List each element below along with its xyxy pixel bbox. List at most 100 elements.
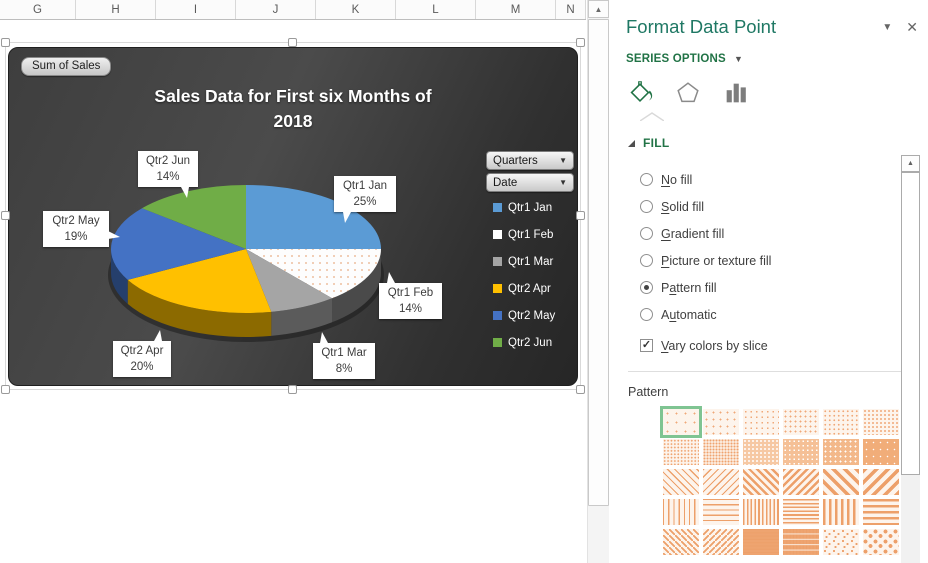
radio-gradient-fill[interactable]: Gradient fill bbox=[640, 220, 928, 247]
pattern-swatch-dashed-vertical[interactable] bbox=[783, 529, 819, 555]
series-options-label[interactable]: SERIES OPTIONS bbox=[626, 53, 726, 65]
radio-no-fill[interactable]: No fill bbox=[640, 166, 928, 193]
pie-chart-plot[interactable] bbox=[59, 128, 439, 368]
radio-solid-fill[interactable]: Solid fill bbox=[640, 193, 928, 220]
column-header-j[interactable]: J bbox=[236, 0, 316, 19]
pattern-swatch-dark-downward-diagonal[interactable] bbox=[743, 469, 779, 495]
pattern-swatch-light-downward-diagonal[interactable] bbox=[663, 469, 699, 495]
pane-menu-chevron-icon[interactable]: ▼ bbox=[882, 22, 892, 33]
sheet-scrollbar-thumb[interactable] bbox=[588, 19, 609, 506]
tab-fill-line[interactable] bbox=[626, 79, 654, 107]
tab-series-options[interactable] bbox=[722, 79, 750, 107]
pattern-swatch-90[interactable] bbox=[863, 439, 899, 465]
pattern-swatch-narrow-vertical[interactable] bbox=[743, 499, 779, 525]
pane-scroll-up-arrow-icon[interactable]: ▲ bbox=[901, 155, 920, 172]
date-filter-button[interactable]: Date ▼ bbox=[486, 173, 574, 192]
radio-icon[interactable] bbox=[640, 227, 653, 240]
column-header-n[interactable]: N bbox=[556, 0, 586, 19]
pane-scrollbar[interactable]: ▲ bbox=[901, 155, 920, 563]
data-label-qtr1-feb[interactable]: Qtr1 Feb 14% bbox=[379, 271, 442, 320]
resize-handle-bottom-left[interactable] bbox=[1, 385, 10, 394]
pattern-swatch-dashed-upward-diagonal[interactable] bbox=[703, 529, 739, 555]
legend-item-qtr2-apr[interactable]: Qtr2 Apr bbox=[493, 275, 555, 302]
legend-item-qtr1-jan[interactable]: Qtr1 Jan bbox=[493, 194, 555, 221]
column-header-i[interactable]: I bbox=[156, 0, 236, 19]
pattern-swatch-5[interactable] bbox=[660, 406, 702, 438]
column-header-row: GHIJKLMN bbox=[0, 0, 586, 20]
data-label-qtr2-apr[interactable]: Qtr2 Apr 20% bbox=[113, 329, 171, 378]
pattern-swatch-wide-upward-diagonal[interactable] bbox=[863, 469, 899, 495]
radio-icon[interactable] bbox=[640, 308, 653, 321]
chart-legend[interactable]: Qtr1 Jan Qtr1 Feb Qtr1 Mar Qtr2 Apr Qtr2 May… bbox=[493, 194, 555, 356]
option-label: Picture or texture fill bbox=[661, 253, 772, 268]
pattern-swatch-25[interactable] bbox=[783, 409, 819, 435]
resize-handle-mid-left[interactable] bbox=[1, 211, 10, 220]
radio-icon[interactable] bbox=[640, 200, 653, 213]
pattern-swatch-light-upward-diagonal[interactable] bbox=[703, 469, 739, 495]
legend-key-icon bbox=[493, 311, 502, 320]
pattern-swatch-10[interactable] bbox=[703, 409, 739, 435]
checkbox-vary-colors-by-slice[interactable]: ✓ Vary colors by slice bbox=[640, 332, 768, 359]
radio-icon[interactable] bbox=[640, 254, 653, 267]
tab-effects[interactable] bbox=[674, 79, 702, 107]
column-header-k[interactable]: K bbox=[316, 0, 396, 19]
fill-section-header[interactable]: FILL bbox=[628, 136, 928, 150]
pivot-chart[interactable]: Sum of Sales Sales Data for First six Mo… bbox=[8, 47, 578, 386]
quarters-filter-button[interactable]: Quarters ▼ bbox=[486, 151, 574, 170]
column-header-g[interactable]: G bbox=[0, 0, 76, 19]
chart-title[interactable]: Sales Data for First six Months of 2018 bbox=[9, 84, 577, 133]
pane-close-icon[interactable]: ✕ bbox=[906, 19, 918, 36]
option-label: Gradient fill bbox=[661, 226, 725, 241]
pattern-swatch-light-horizontal[interactable] bbox=[703, 499, 739, 525]
pattern-swatch-dashed-downward-diagonal[interactable] bbox=[663, 529, 699, 555]
column-header-l[interactable]: L bbox=[396, 0, 476, 19]
resize-handle-top-center[interactable] bbox=[288, 38, 297, 47]
legend-item-qtr1-feb[interactable]: Qtr1 Feb bbox=[493, 221, 555, 248]
pattern-swatch-20[interactable] bbox=[743, 409, 779, 435]
resize-handle-bottom-center[interactable] bbox=[288, 385, 297, 394]
radio-icon[interactable] bbox=[640, 173, 653, 186]
data-label-qtr2-jun[interactable]: Qtr2 Jun 14% bbox=[138, 151, 198, 199]
pane-scrollbar-thumb[interactable] bbox=[901, 172, 920, 475]
pattern-swatch-80[interactable] bbox=[823, 439, 859, 465]
checkbox-checked-icon[interactable]: ✓ bbox=[640, 339, 653, 352]
legend-item-qtr2-may[interactable]: Qtr2 May bbox=[493, 302, 555, 329]
radio-pattern-fill[interactable]: Pattern fill bbox=[640, 274, 928, 301]
data-label-qtr1-mar[interactable]: Qtr1 Mar 8% bbox=[313, 331, 375, 380]
pattern-swatch-50[interactable] bbox=[663, 439, 699, 465]
data-label-qtr2-may[interactable]: Qtr2 May 19% bbox=[43, 211, 121, 248]
pattern-swatch-large-confetti[interactable] bbox=[863, 529, 899, 555]
pattern-swatch-dashed-horizontal[interactable] bbox=[743, 529, 779, 555]
resize-handle-top-left[interactable] bbox=[1, 38, 10, 47]
pattern-swatch-70[interactable] bbox=[743, 439, 779, 465]
data-label-qtr1-jan[interactable]: Qtr1 Jan 25% bbox=[334, 176, 396, 224]
pattern-swatch-wide-downward-diagonal[interactable] bbox=[823, 469, 859, 495]
sheet-vertical-scrollbar[interactable]: ▲ bbox=[587, 0, 609, 563]
pattern-swatch-narrow-horizontal[interactable] bbox=[783, 499, 819, 525]
pattern-swatch-light-vertical[interactable] bbox=[663, 499, 699, 525]
pattern-swatch-dark-vertical[interactable] bbox=[823, 499, 859, 525]
pattern-swatch-small-confetti[interactable] bbox=[823, 529, 859, 555]
resize-handle-bottom-right[interactable] bbox=[576, 385, 585, 394]
vary-colors-checkbox-row[interactable]: ✓ Vary colors by slice bbox=[640, 332, 928, 359]
pattern-swatch-30[interactable] bbox=[823, 409, 859, 435]
column-header-m[interactable]: M bbox=[476, 0, 556, 19]
pattern-swatch-75[interactable] bbox=[783, 439, 819, 465]
pattern-swatch-dark-upward-diagonal[interactable] bbox=[783, 469, 819, 495]
pattern-swatch-dark-horizontal[interactable] bbox=[863, 499, 899, 525]
resize-handle-mid-right[interactable] bbox=[576, 211, 585, 220]
resize-handle-top-right[interactable] bbox=[576, 38, 585, 47]
column-header-h[interactable]: H bbox=[76, 0, 156, 19]
pattern-label: Pattern bbox=[628, 385, 669, 399]
pattern-swatch-60[interactable] bbox=[703, 439, 739, 465]
legend-item-qtr1-mar[interactable]: Qtr1 Mar bbox=[493, 248, 555, 275]
radio-picture-or-texture-fill[interactable]: Picture or texture fill bbox=[640, 247, 928, 274]
pivotchart-field-button[interactable]: Sum of Sales bbox=[21, 57, 112, 76]
radio-automatic[interactable]: Automatic bbox=[640, 301, 928, 328]
pattern-swatch-40[interactable] bbox=[863, 409, 899, 435]
series-options-chevron-icon[interactable]: ▼ bbox=[734, 54, 743, 64]
option-label: Vary colors by slice bbox=[661, 338, 768, 353]
scroll-up-arrow-icon[interactable]: ▲ bbox=[588, 0, 609, 18]
legend-item-qtr2-jun[interactable]: Qtr2 Jun bbox=[493, 329, 555, 356]
radio-selected-icon[interactable] bbox=[640, 281, 653, 294]
